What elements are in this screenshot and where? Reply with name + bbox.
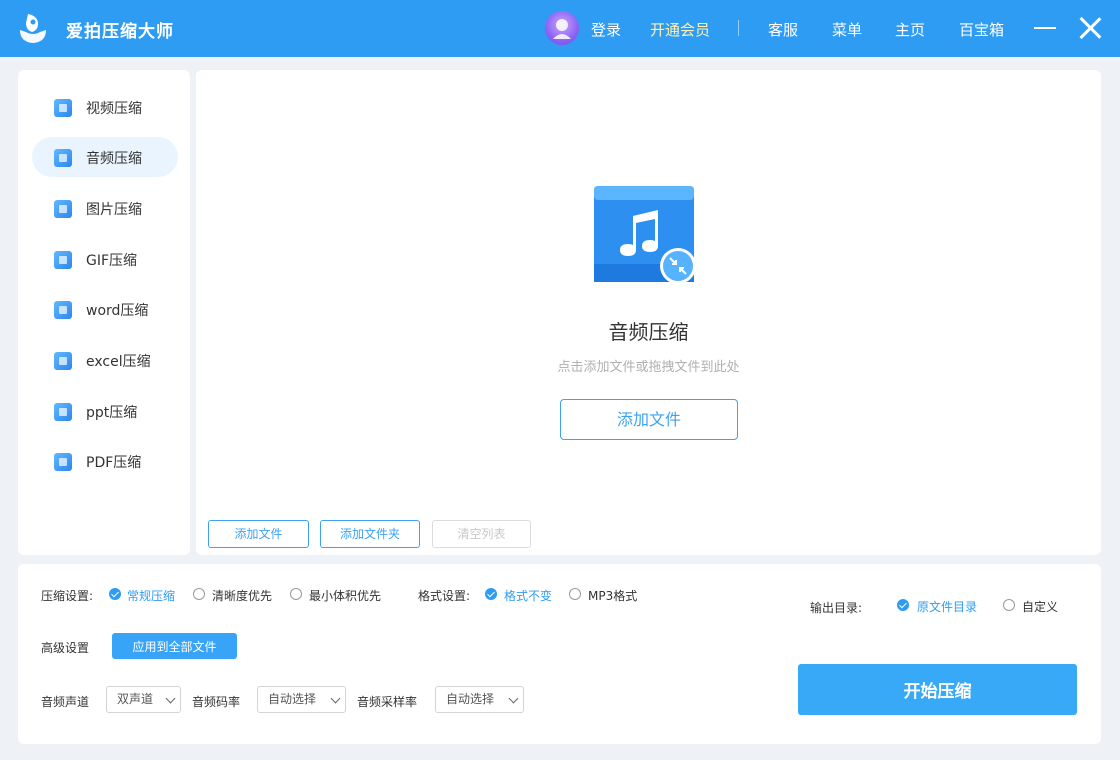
format-option-keep[interactable]: 格式不变: [504, 587, 552, 604]
compress-option-smallest[interactable]: 最小体积优先: [309, 587, 381, 604]
clear-list-button[interactable]: 清空列表: [432, 520, 531, 548]
output-option-custom[interactable]: 自定义: [1022, 598, 1058, 615]
nav-divider: [738, 20, 739, 36]
ppt-file-icon: [54, 403, 72, 421]
sidebar-item-label: word压缩: [86, 303, 149, 319]
advanced-settings-label: 高级设置: [41, 641, 90, 655]
user-avatar-icon: [553, 19, 571, 39]
output-dir-label: 输出目录:: [810, 601, 863, 615]
sidebar-item-audio[interactable]: 音频压缩: [32, 137, 178, 177]
sidebar-item-label: PDF压缩: [86, 455, 142, 471]
toolbar-add-file-button[interactable]: 添加文件: [208, 520, 309, 548]
toolbox-link[interactable]: 百宝箱: [959, 19, 1004, 40]
channel-select[interactable]: 双声道: [106, 686, 181, 713]
chevron-down-icon: [165, 693, 176, 704]
add-file-button[interactable]: 添加文件: [560, 399, 738, 440]
settings-panel: 压缩设置: 常规压缩 清晰度优先 最小体积优先 格式设置: 格式不变 MP3格式…: [18, 564, 1101, 744]
channel-label: 音频声道: [41, 695, 90, 709]
start-compress-button[interactable]: 开始压缩: [798, 664, 1077, 715]
drop-zone-title: 音频压缩: [608, 320, 689, 344]
sidebar-item-ppt[interactable]: ppt压缩: [32, 391, 178, 431]
sidebar-item-label: GIF压缩: [86, 253, 138, 269]
sidebar-item-label: ppt压缩: [86, 405, 138, 421]
file-drop-zone[interactable]: 音频压缩 点击添加文件或拖拽文件到此处 添加文件 添加文件 添加文件夹 清空列表: [196, 70, 1101, 555]
channel-select-value: 双声道: [117, 692, 154, 706]
output-custom-radio[interactable]: [1003, 599, 1015, 611]
bitrate-label: 音频码率: [192, 695, 241, 709]
audio-file-icon: [54, 149, 72, 167]
sidebar-item-pdf[interactable]: PDF压缩: [32, 441, 178, 481]
support-link[interactable]: 客服: [768, 19, 798, 40]
user-avatar[interactable]: [545, 11, 579, 45]
sidebar-item-gif[interactable]: GIF压缩: [32, 239, 178, 279]
app-title: 爱拍压缩大师: [66, 22, 174, 42]
word-file-icon: [54, 301, 72, 319]
sidebar-item-video[interactable]: 视频压缩: [32, 87, 178, 127]
compress-smallest-radio[interactable]: [290, 588, 302, 600]
login-link[interactable]: 登录: [591, 19, 621, 40]
compress-settings-label: 压缩设置:: [41, 589, 94, 603]
image-file-icon: [54, 200, 72, 218]
bitrate-select[interactable]: 自动选择: [257, 686, 346, 713]
menu-link[interactable]: 菜单: [832, 19, 862, 40]
compress-option-normal[interactable]: 常规压缩: [127, 587, 175, 604]
output-source-radio[interactable]: [897, 599, 909, 611]
compress-normal-radio[interactable]: [109, 588, 121, 600]
title-bar: 爱拍压缩大师 登录 开通会员 客服 菜单 主页 百宝箱: [0, 0, 1120, 57]
chevron-down-icon: [330, 693, 341, 704]
samplerate-select-value: 自动选择: [446, 692, 495, 706]
sidebar-item-image[interactable]: 图片压缩: [32, 188, 178, 228]
video-file-icon: [54, 99, 72, 117]
format-keep-radio[interactable]: [485, 588, 497, 600]
home-link[interactable]: 主页: [895, 19, 925, 40]
compress-option-clarity[interactable]: 清晰度优先: [212, 587, 272, 604]
format-mp3-radio[interactable]: [569, 588, 581, 600]
drop-zone-hint: 点击添加文件或拖拽文件到此处: [557, 360, 740, 375]
format-option-mp3[interactable]: MP3格式: [588, 587, 637, 604]
pdf-file-icon: [54, 453, 72, 471]
samplerate-select[interactable]: 自动选择: [435, 686, 524, 713]
sidebar-item-word[interactable]: word压缩: [32, 289, 178, 329]
sidebar: 视频压缩 音频压缩 图片压缩 GIF压缩 word压缩 excel压缩 ppt压…: [18, 70, 190, 555]
format-settings-label: 格式设置:: [418, 589, 471, 603]
sidebar-item-label: 音频压缩: [86, 151, 142, 167]
bitrate-select-value: 自动选择: [268, 692, 317, 706]
toolbar-add-folder-button[interactable]: 添加文件夹: [320, 520, 420, 548]
sidebar-item-label: 视频压缩: [86, 101, 142, 117]
app-logo-icon: [20, 14, 46, 43]
gif-file-icon: [54, 251, 72, 269]
sidebar-item-label: excel压缩: [86, 354, 151, 370]
sidebar-item-label: 图片压缩: [86, 202, 142, 218]
samplerate-label: 音频采样率: [357, 695, 418, 709]
apply-all-button[interactable]: 应用到全部文件: [112, 633, 237, 659]
sidebar-item-excel[interactable]: excel压缩: [32, 340, 178, 380]
compress-clarity-radio[interactable]: [193, 588, 205, 600]
audio-compress-icon: [594, 186, 694, 284]
output-option-source[interactable]: 原文件目录: [917, 598, 977, 615]
minimize-button[interactable]: [1034, 27, 1056, 29]
chevron-down-icon: [508, 693, 519, 704]
excel-file-icon: [54, 352, 72, 370]
close-button[interactable]: [1078, 16, 1102, 40]
vip-link[interactable]: 开通会员: [650, 19, 710, 40]
